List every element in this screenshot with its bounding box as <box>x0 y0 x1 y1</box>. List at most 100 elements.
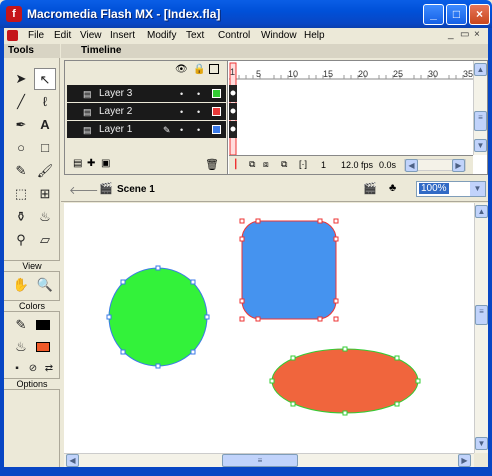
visibility-dot[interactable]: • <box>180 107 183 117</box>
layer-row[interactable]: ▤ Layer 1 ✎ • • <box>67 121 226 138</box>
scroll-down-icon[interactable]: ▼ <box>475 437 488 450</box>
scroll-left-icon[interactable]: ◀ <box>66 454 79 467</box>
scroll-thumb[interactable]: ≡ <box>222 454 298 467</box>
subselect-tool-icon[interactable]: ↖ <box>34 68 56 90</box>
menu-edit[interactable]: Edit <box>54 30 71 41</box>
pencil-tool-icon[interactable]: ✎ <box>10 160 32 182</box>
window-frame-bottom <box>0 467 492 476</box>
scroll-up-icon[interactable]: ▲ <box>474 63 487 76</box>
maximize-button[interactable]: □ <box>446 4 467 25</box>
fill-transform-tool-icon[interactable]: ⊞ <box>34 183 56 205</box>
onion-skin-icon[interactable]: ⧉ <box>249 159 255 170</box>
elapsed-time-readout: 0.0s <box>379 160 397 170</box>
pen-tool-icon[interactable]: ✒ <box>10 114 32 136</box>
oval-tool-icon[interactable]: ○ <box>10 137 32 159</box>
hand-tool-icon[interactable]: ✋ <box>10 274 32 296</box>
menu-help[interactable]: Help <box>304 30 325 41</box>
scene-label[interactable]: Scene 1 <box>117 184 155 195</box>
stage-canvas[interactable] <box>64 203 474 453</box>
delete-layer-icon[interactable]: 🗑 <box>205 158 219 171</box>
layer-icon: ▤ <box>83 89 92 99</box>
layer-name: Layer 3 <box>99 88 133 99</box>
back-arrow-icon[interactable]: 🡐 <box>69 183 99 197</box>
layer-color-swatch[interactable] <box>212 89 221 98</box>
minimize-button[interactable]: _ <box>423 4 444 25</box>
brush-tool-icon[interactable]: 🖌 <box>34 160 56 182</box>
fill-color-swatch[interactable] <box>36 342 50 352</box>
menu-modify[interactable]: Modify <box>147 30 176 41</box>
layer-row[interactable]: ▤ Layer 2 • • <box>67 103 226 120</box>
free-transform-tool-icon[interactable]: ⬚ <box>10 183 32 205</box>
scroll-right-icon[interactable]: ▶ <box>452 159 465 172</box>
scroll-thumb[interactable]: ≡ <box>475 305 488 325</box>
zoom-tool-icon[interactable]: 🔍 <box>34 274 56 296</box>
menu-window[interactable]: Window <box>261 30 297 41</box>
ruler-tick-label: 5 <box>256 69 262 79</box>
tools-panel-title[interactable]: Tools <box>4 44 60 58</box>
blue-rounded-square[interactable] <box>241 220 337 320</box>
stage-shapes <box>106 218 421 416</box>
stage-hscrollbar[interactable]: ◀ ≡ ▶ <box>64 453 474 467</box>
insert-layer-icon[interactable]: ▤ <box>73 158 82 169</box>
layer-color-swatch[interactable] <box>212 125 221 134</box>
pencil-edit-icon: ✎ <box>163 125 171 135</box>
line-tool-icon[interactable]: ╱ <box>10 91 32 113</box>
add-guide-layer-icon[interactable]: ✚ <box>87 158 95 169</box>
edit-bar: 🡐 🎬 Scene 1 🎬 ♣ 100% ▼ <box>61 176 488 202</box>
menu-bar: File Edit View Insert Modify Text Contro… <box>4 28 488 43</box>
swap-colors-icon[interactable]: ⇄ <box>38 358 60 380</box>
onion-skin-outlines-icon[interactable]: ⧈ <box>263 159 269 170</box>
chevron-down-icon[interactable]: ▼ <box>470 182 485 196</box>
lasso-tool-icon[interactable]: ℓ <box>34 91 56 113</box>
zoom-select[interactable]: 100% ▼ <box>416 181 486 197</box>
menu-file[interactable]: File <box>28 30 44 41</box>
timeline-hscrollbar[interactable]: ◀ ▶ <box>404 159 466 172</box>
scroll-left-icon[interactable]: ◀ <box>405 159 418 172</box>
edit-scene-icon[interactable]: 🎬 <box>363 182 377 195</box>
menu-insert[interactable]: Insert <box>110 30 135 41</box>
layer-row[interactable]: ▤ Layer 3 • • <box>67 85 226 102</box>
layer-icon: ▤ <box>83 107 92 117</box>
edit-symbols-icon[interactable]: ♣ <box>389 182 396 194</box>
edit-multiple-frames-icon[interactable]: ⧉ <box>281 159 287 170</box>
ink-bottle-tool-icon[interactable]: ⚱ <box>10 206 32 228</box>
scroll-up-icon[interactable]: ▲ <box>475 205 488 218</box>
visibility-dot[interactable]: • <box>180 125 183 135</box>
timeline-vscrollbar[interactable]: ▲ ≡ ▼ <box>473 61 487 155</box>
insert-folder-icon[interactable]: ▣ <box>101 158 110 169</box>
scroll-down-icon[interactable]: ▼ <box>474 139 487 152</box>
rectangle-tool-icon[interactable]: □ <box>34 137 56 159</box>
close-button[interactable]: × <box>469 4 490 25</box>
timeline-panel-title[interactable]: Timeline <box>61 44 488 58</box>
doc-close-button[interactable]: × <box>474 29 480 40</box>
flash-app-icon[interactable]: f <box>6 6 22 22</box>
eyedropper-tool-icon[interactable]: ⚲ <box>10 229 32 251</box>
lock-dot[interactable]: • <box>197 89 200 99</box>
modify-onion-markers-icon[interactable]: [·] <box>299 159 307 169</box>
menu-view[interactable]: View <box>80 30 102 41</box>
document-icon[interactable] <box>7 30 18 41</box>
scroll-thumb[interactable]: ≡ <box>474 111 487 131</box>
eraser-tool-icon[interactable]: ▱ <box>34 229 56 251</box>
visibility-dot[interactable]: • <box>180 89 183 99</box>
zoom-value: 100% <box>419 183 449 194</box>
lock-dot[interactable]: • <box>197 107 200 117</box>
menu-control[interactable]: Control <box>218 30 250 41</box>
layers-column: 👁 🔒 ▤ Layer 3 • • ▤ Layer 2 • • ▤ Layer … <box>65 61 228 174</box>
lock-dot[interactable]: • <box>197 125 200 135</box>
scroll-right-icon[interactable]: ▶ <box>458 454 471 467</box>
menu-text[interactable]: Text <box>186 30 204 41</box>
layer-color-swatch[interactable] <box>212 107 221 116</box>
center-frame-icon[interactable]: ┃ <box>233 159 238 170</box>
arrow-tool-icon[interactable]: ➤ <box>10 68 32 90</box>
stage-vscrollbar[interactable]: ▲ ≡ ▼ <box>474 203 488 453</box>
stroke-color-swatch[interactable] <box>36 320 50 330</box>
outline-icon[interactable] <box>209 64 219 74</box>
paint-bucket-tool-icon[interactable]: ♨ <box>34 206 56 228</box>
options-section-label: Options <box>4 378 60 390</box>
eye-icon[interactable]: 👁 <box>175 64 188 75</box>
doc-minimize-button[interactable]: _ <box>448 29 454 40</box>
lock-icon[interactable]: 🔒 <box>193 64 205 75</box>
text-tool-icon[interactable]: A <box>34 114 56 136</box>
doc-restore-button[interactable]: ▭ <box>460 29 469 40</box>
